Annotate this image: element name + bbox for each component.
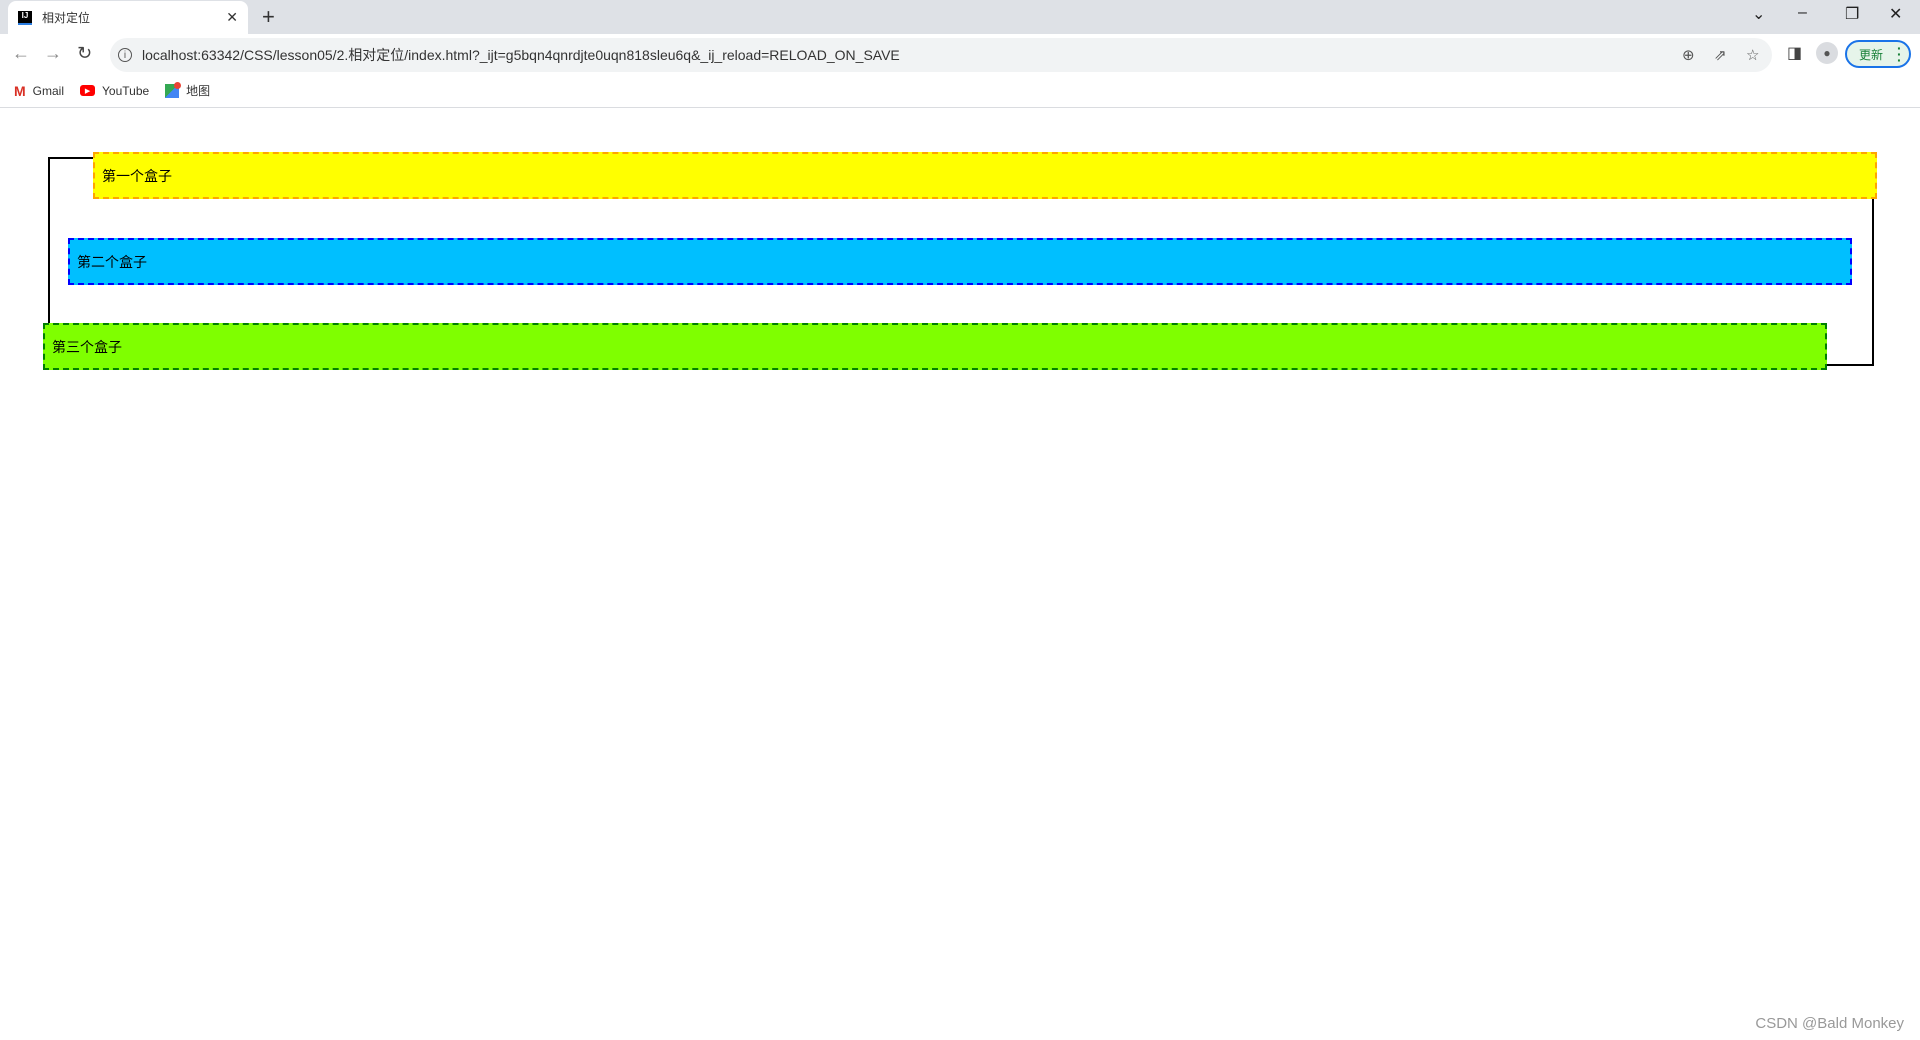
zoom-icon[interactable]: ⊕ bbox=[1682, 46, 1695, 64]
minimize-button[interactable]: – bbox=[1798, 4, 1807, 22]
bookmark-maps[interactable]: 地图 bbox=[165, 81, 211, 99]
update-button[interactable]: 更新 · · · bbox=[1845, 40, 1911, 68]
box-label: 第二个盒子 bbox=[77, 253, 147, 270]
tab-close-icon[interactable]: ✕ bbox=[226, 9, 238, 26]
maps-icon bbox=[165, 81, 182, 98]
bookmark-gmail[interactable]: M Gmail bbox=[14, 83, 64, 99]
gmail-icon: M bbox=[14, 82, 26, 99]
watermark: CSDN @Bald Monkey bbox=[1755, 1015, 1904, 1032]
profile-avatar-icon[interactable]: ● bbox=[1816, 42, 1838, 64]
box-third: 第三个盒子 bbox=[43, 323, 1827, 370]
bookmark-youtube[interactable]: ▶ YouTube bbox=[80, 84, 149, 98]
close-window-button[interactable]: ✕ bbox=[1889, 4, 1902, 24]
youtube-icon: ▶ bbox=[80, 85, 96, 96]
bookmark-label: Gmail bbox=[32, 83, 65, 98]
bookmark-label: YouTube bbox=[102, 83, 150, 98]
box-label: 第三个盒子 bbox=[52, 338, 122, 355]
tab-bar: IJ 相对定位 ✕ + ⌄ – ❐ ✕ bbox=[0, 0, 1920, 34]
tab-active[interactable]: IJ 相对定位 ✕ bbox=[8, 1, 248, 34]
forward-button[interactable]: → bbox=[44, 43, 62, 64]
restore-button[interactable]: ❐ bbox=[1845, 4, 1859, 24]
bookmark-label: 地图 bbox=[186, 84, 211, 98]
box-second: 第二个盒子 bbox=[68, 238, 1852, 285]
share-icon[interactable]: ⇗ bbox=[1714, 46, 1727, 64]
update-label: 更新 bbox=[1859, 47, 1884, 62]
tab-search-icon[interactable]: ⌄ bbox=[1752, 4, 1765, 24]
star-icon[interactable]: ☆ bbox=[1746, 46, 1759, 64]
back-button[interactable]: ← bbox=[12, 43, 30, 64]
info-icon[interactable]: i bbox=[118, 48, 132, 62]
address-bar[interactable]: i localhost:63342/CSS/lesson05/2.相对定位/in… bbox=[110, 38, 1772, 72]
box-first: 第一个盒子 bbox=[93, 152, 1877, 199]
box-label: 第一个盒子 bbox=[102, 167, 172, 184]
browser-toolbar: ← → ↻ i localhost:63342/CSS/lesson05/2.相… bbox=[0, 34, 1920, 74]
reload-button[interactable]: ↻ bbox=[77, 43, 92, 64]
tab-title: 相对定位 bbox=[42, 11, 91, 25]
more-menu-icon[interactable]: · · · bbox=[1897, 41, 1902, 67]
url-text[interactable]: localhost:63342/CSS/lesson05/2.相对定位/inde… bbox=[142, 45, 900, 65]
intellij-favicon-icon: IJ bbox=[18, 10, 32, 25]
bookmarks-bar: M Gmail ▶ YouTube 地图 bbox=[0, 74, 1920, 108]
side-panel-icon[interactable]: ◨ bbox=[1787, 43, 1802, 63]
new-tab-button[interactable]: + bbox=[262, 4, 275, 30]
